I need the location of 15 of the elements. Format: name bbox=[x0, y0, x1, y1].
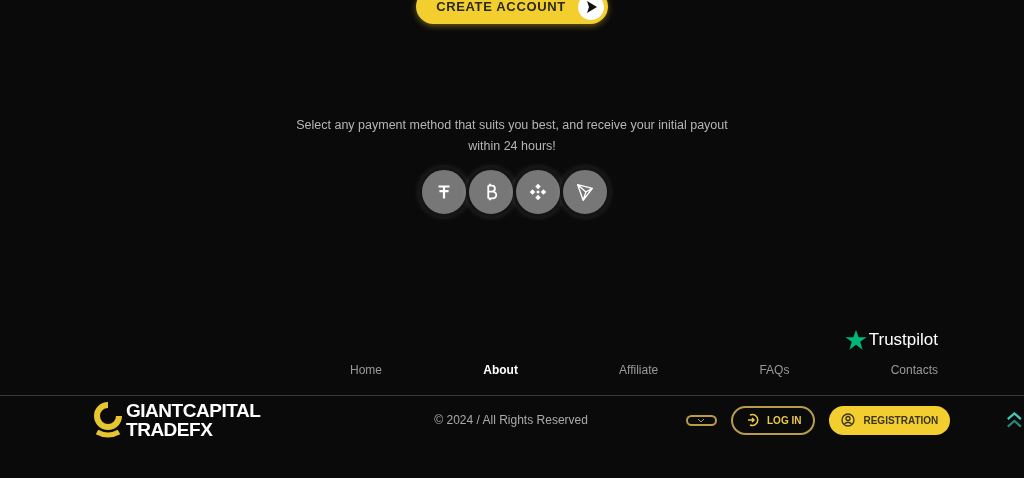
copyright-text: © 2024 / All Rights Reserved bbox=[434, 412, 588, 429]
nav-link[interactable]: Home bbox=[350, 360, 382, 379]
logo-text: TRADEFX bbox=[126, 420, 214, 439]
nav-link[interactable]: Contacts bbox=[890, 360, 938, 379]
create-account-button[interactable]: CREATE ACCOUNT bbox=[416, 0, 608, 24]
nav-link[interactable]: About bbox=[483, 360, 518, 379]
nav-link[interactable]: Affiliate bbox=[619, 360, 659, 379]
payment-description: Select any payment method that suits you best, and receive your initial payout within 24 hours! bbox=[295, 117, 729, 155]
login-button[interactable]: LOG IN bbox=[731, 405, 816, 435]
logo-text: GIANTCAPITAL bbox=[126, 401, 261, 420]
trustpilot-logo[interactable]: Trustpilot bbox=[844, 327, 938, 353]
logo[interactable]: GIANTCAPITAL TRADEFX bbox=[94, 401, 263, 439]
registration-button[interactable]: REGISTRATION bbox=[829, 405, 951, 435]
nav-link[interactable]: FAQs bbox=[759, 360, 790, 379]
trustpilot-label: Trustpilot bbox=[868, 329, 938, 351]
